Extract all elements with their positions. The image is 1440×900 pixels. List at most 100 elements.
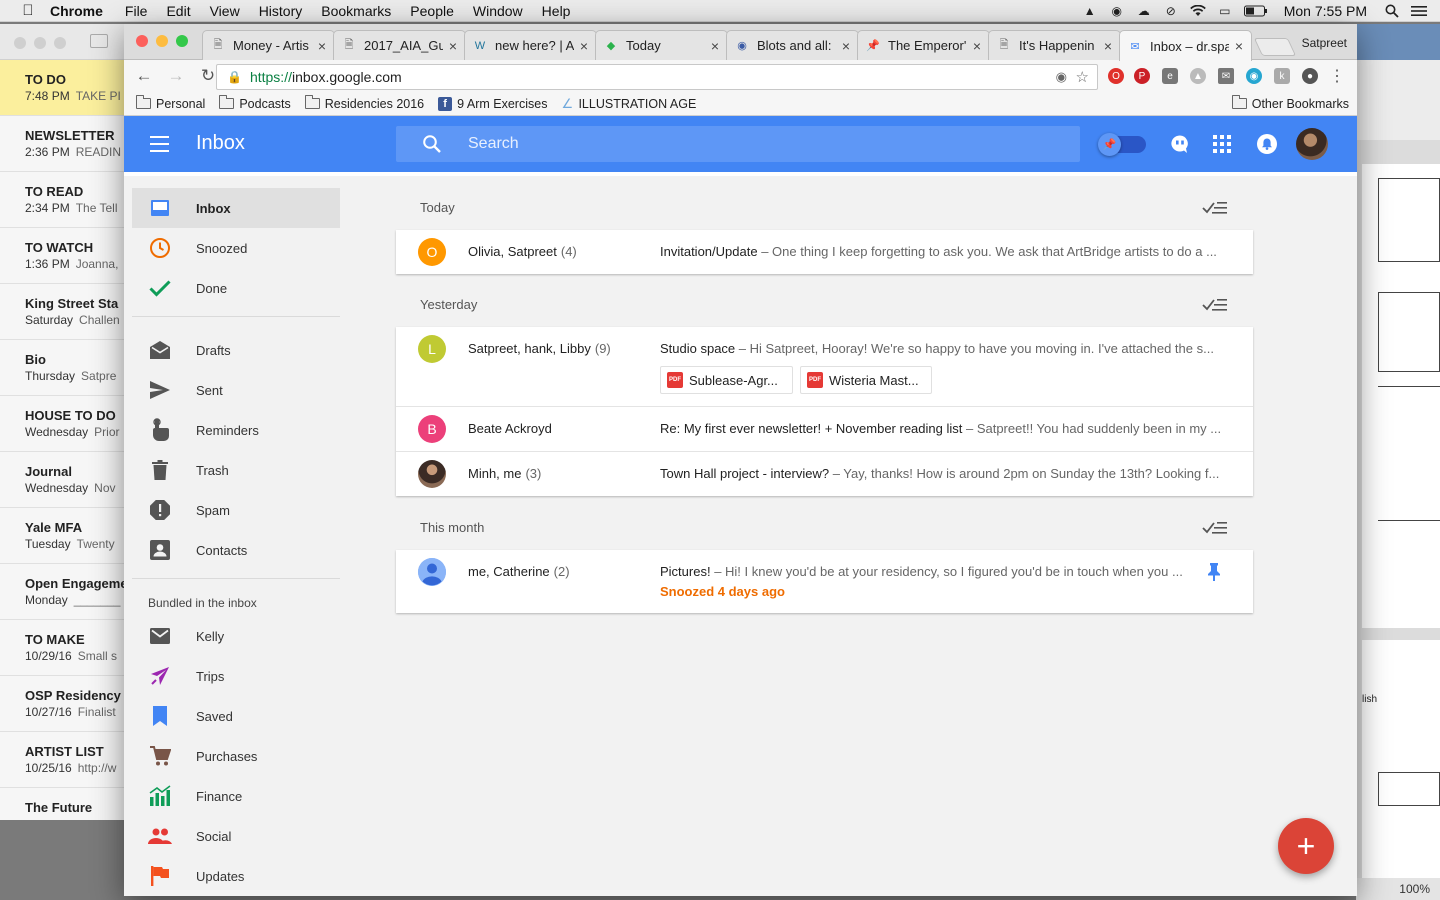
nav-bundle-finance[interactable]: Finance (132, 776, 340, 816)
menu-view[interactable]: View (210, 3, 240, 19)
browser-tab[interactable]: 📌 The Emperor' × (857, 30, 990, 60)
sweep-done-icon[interactable] (1202, 297, 1228, 313)
browser-tab[interactable]: 🗎 2017_AIA_Gu × (333, 30, 466, 60)
nav-drafts[interactable]: Drafts (132, 330, 340, 370)
wifi-icon[interactable] (1189, 4, 1207, 18)
cloud-sync-icon[interactable]: ☁ (1135, 4, 1153, 18)
mail-extension-icon[interactable]: ✉ (1218, 68, 1234, 84)
chrome-menu-icon[interactable]: ⋮ (1329, 68, 1345, 85)
battery-icon[interactable] (1243, 4, 1269, 18)
do-not-disturb-icon[interactable]: ⊘ (1162, 4, 1180, 18)
menu-edit[interactable]: Edit (166, 3, 190, 19)
note-item[interactable]: ARTIST LIST 10/25/16 http://w (0, 732, 134, 788)
notes-close-dot[interactable] (14, 37, 26, 49)
nav-sent[interactable]: Sent (132, 370, 340, 410)
airplay-icon[interactable]: ▭ (1216, 4, 1234, 18)
tab-close-icon[interactable]: × (842, 38, 850, 54)
menu-app-name[interactable]: Chrome (50, 3, 103, 19)
main-menu-icon[interactable] (150, 136, 169, 157)
camera-extension-icon[interactable]: ◉ (1246, 68, 1262, 84)
menu-bookmarks[interactable]: Bookmarks (321, 3, 391, 19)
nav-reminders[interactable]: Reminders (132, 410, 340, 450)
menu-file[interactable]: File (125, 3, 148, 19)
browser-tab[interactable]: 🗎 It's Happenin × (988, 30, 1121, 60)
nav-inbox[interactable]: Inbox (132, 188, 340, 228)
opera-extension-icon[interactable]: O (1108, 68, 1124, 84)
drive-icon[interactable]: ▲ (1081, 4, 1099, 18)
extension-eye-icon[interactable]: ◉ (1056, 69, 1067, 85)
bookmark-folder-residencies[interactable]: Residencies 2016 (304, 95, 424, 111)
search-box[interactable] (396, 126, 1080, 162)
note-item[interactable]: TO READ 2:34 PM The Tell (0, 172, 134, 228)
note-item[interactable]: The Future (0, 788, 134, 820)
notes-minimize-dot[interactable] (34, 37, 46, 49)
pinterest-extension-icon[interactable]: P (1134, 68, 1150, 84)
attachment-chip[interactable]: PDF Sublease-Agr... (660, 366, 793, 394)
bookmark-folder-podcasts[interactable]: Podcasts (219, 95, 291, 111)
ghost-extension-icon[interactable]: ● (1302, 68, 1318, 84)
menu-help[interactable]: Help (542, 3, 571, 19)
thread-row[interactable]: L Satpreet, hank, Libby (9) Studio space … (396, 327, 1253, 407)
browser-tab[interactable]: 🗎 Money - Artis × (202, 30, 335, 60)
nav-snoozed[interactable]: Snoozed (132, 228, 340, 268)
pinned-toggle[interactable]: 📌 (1098, 133, 1146, 156)
reminder-bubble-icon[interactable] (1169, 133, 1191, 155)
menu-history[interactable]: History (259, 3, 303, 19)
account-avatar[interactable] (1296, 128, 1328, 160)
tab-close-icon[interactable]: × (580, 38, 588, 54)
tab-close-icon[interactable]: × (711, 38, 719, 54)
note-item[interactable]: Journal Wednesday Nov (0, 452, 134, 508)
zoom-level[interactable]: 100% (1399, 882, 1430, 896)
note-item[interactable]: TO DO 7:48 PM TAKE PI (0, 60, 134, 116)
nav-trash[interactable]: Trash (132, 450, 340, 490)
tab-close-icon[interactable]: × (973, 38, 981, 54)
thread-row[interactable]: me, Catherine (2) Pictures! – Hi! I knew … (396, 550, 1253, 613)
browser-tab[interactable]: ◉ Blots and all: × (726, 30, 859, 60)
nav-spam[interactable]: Spam (132, 490, 340, 530)
search-input[interactable] (468, 135, 1028, 153)
profile-name[interactable]: Satpreet (1302, 36, 1347, 50)
forward-button[interactable]: → (164, 66, 188, 86)
nav-done[interactable]: Done (132, 268, 340, 308)
note-item[interactable]: Bio Thursday Satpre (0, 340, 134, 396)
note-item[interactable]: TO MAKE 10/29/16 Small s (0, 620, 134, 676)
thread-row[interactable]: B Beate Ackroyd Re: My first ever newsle… (396, 407, 1253, 452)
new-tab-button[interactable] (1253, 38, 1297, 56)
note-item[interactable]: King Street Sta Saturday Challen (0, 284, 134, 340)
note-item[interactable]: NEWSLETTER 2:36 PM READIN (0, 116, 134, 172)
k-extension-icon[interactable]: k (1274, 68, 1290, 84)
thread-row[interactable]: O Olivia, Satpreet (4) Invitation/Update … (396, 230, 1253, 274)
drive-extension-icon[interactable]: ▲ (1190, 68, 1206, 84)
tab-close-icon[interactable]: × (1235, 38, 1243, 54)
menubar-clock[interactable]: Mon 7:55 PM (1284, 3, 1367, 19)
menu-window[interactable]: Window (473, 3, 523, 19)
bookmark-star-icon[interactable]: ☆ (1076, 68, 1089, 86)
back-button[interactable]: ← (132, 66, 156, 86)
attachment-chip[interactable]: PDF Wisteria Mast... (800, 366, 932, 394)
note-item[interactable]: Open Engageme Monday _______ (0, 564, 134, 620)
nav-bundle-saved[interactable]: Saved (132, 696, 340, 736)
creative-cloud-icon[interactable]: ◉ (1108, 4, 1126, 18)
nav-bundle-updates[interactable]: Updates (132, 856, 340, 896)
tab-close-icon[interactable]: × (1104, 38, 1112, 54)
notes-zoom-dot[interactable] (54, 37, 66, 49)
nav-bundle-trips[interactable]: Trips (132, 656, 340, 696)
browser-tab[interactable]: Wnew here? | A × (464, 30, 597, 60)
nav-contacts[interactable]: Contacts (132, 530, 340, 570)
notes-sidebar-toggle-icon[interactable] (90, 34, 108, 48)
browser-tab[interactable]: ✉ Inbox – dr.spa × (1119, 30, 1252, 61)
apps-grid-icon[interactable] (1211, 133, 1233, 155)
evernote-extension-icon[interactable]: e (1162, 68, 1178, 84)
pinned-icon[interactable] (1208, 563, 1220, 586)
tab-close-icon[interactable]: × (449, 38, 457, 54)
tab-close-icon[interactable]: × (318, 38, 326, 54)
note-item[interactable]: OSP Residency 10/27/16 Finalist (0, 676, 134, 732)
nav-bundle-kelly[interactable]: Kelly (132, 616, 340, 656)
browser-tab[interactable]: ◆ Today × (595, 30, 728, 60)
nav-bundle-purchases[interactable]: Purchases (132, 736, 340, 776)
window-close-button[interactable] (136, 35, 148, 47)
spotlight-icon[interactable] (1383, 4, 1401, 18)
thread-row[interactable]: Minh, me (3) Town Hall project - intervie… (396, 452, 1253, 496)
window-minimize-button[interactable] (156, 35, 168, 47)
sweep-done-icon[interactable] (1202, 200, 1228, 216)
